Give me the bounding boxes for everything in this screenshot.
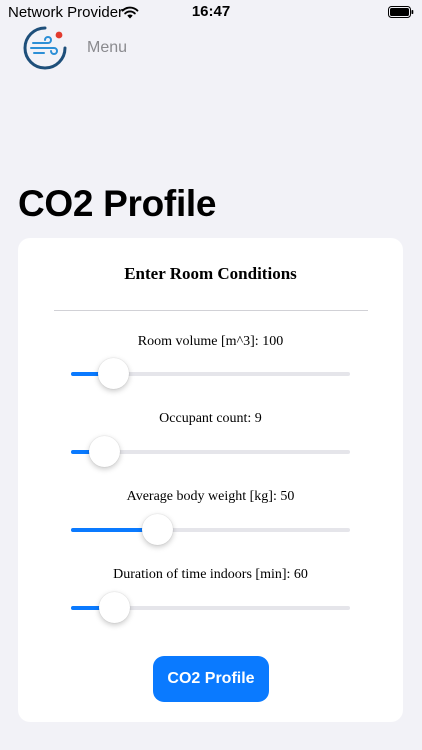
duration-indoors-slider[interactable] xyxy=(71,592,350,623)
body-weight-slider[interactable] xyxy=(71,514,350,545)
battery-icon xyxy=(388,6,414,18)
wind-logo-icon[interactable] xyxy=(22,25,68,71)
menu-button[interactable]: Menu xyxy=(87,39,127,57)
clock: 16:47 xyxy=(191,3,231,20)
occupant-count-slider[interactable] xyxy=(71,436,350,467)
occupant-count-label: Occupant count: 9 xyxy=(159,411,262,426)
room-conditions-card: Enter Room Conditions Room volume [m^3]:… xyxy=(18,238,403,722)
form-title: Enter Room Conditions xyxy=(124,264,297,283)
divider xyxy=(54,310,368,311)
slider-thumb[interactable] xyxy=(89,436,121,467)
co2-profile-button[interactable]: CO2 Profile xyxy=(153,656,269,702)
status-bar: Network Provider 16:47 xyxy=(0,0,422,26)
room-volume-label: Room volume [m^3]: 100 xyxy=(137,334,284,349)
slider-thumb[interactable] xyxy=(142,514,174,545)
room-volume-slider[interactable] xyxy=(71,358,350,389)
slider-thumb[interactable] xyxy=(99,592,131,623)
page-title: CO2 Profile xyxy=(18,183,217,224)
duration-indoors-label: Duration of time indoors [min]: 60 xyxy=(113,567,308,582)
body-weight-label: Average body weight [kg]: 50 xyxy=(126,489,295,504)
slider-thumb[interactable] xyxy=(97,358,129,389)
